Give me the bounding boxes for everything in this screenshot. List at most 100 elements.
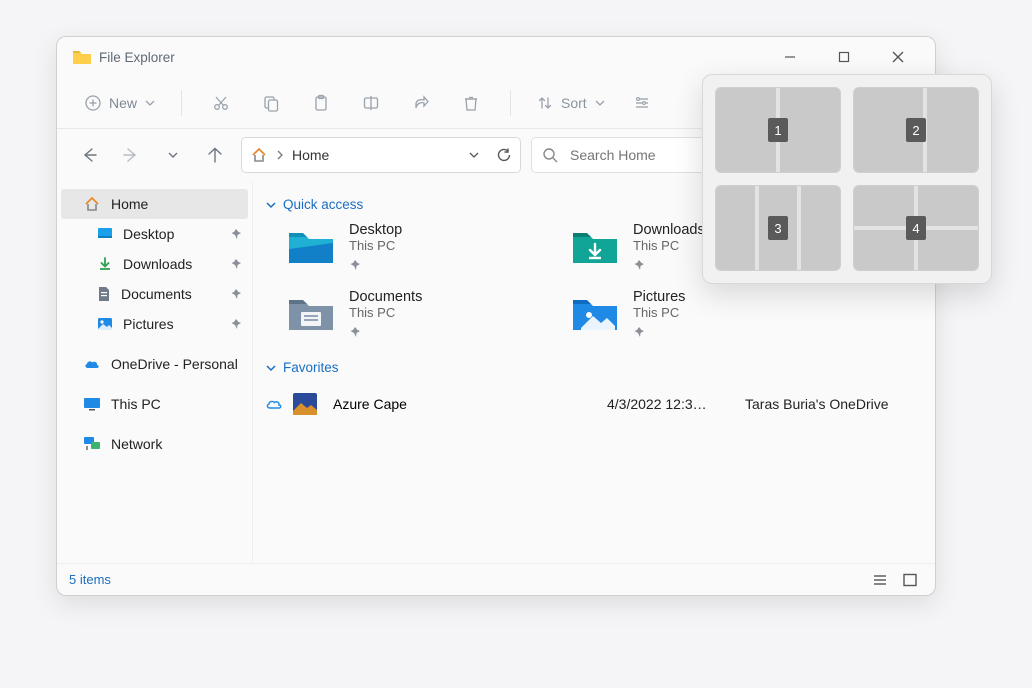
sidebar-item-label: Downloads — [123, 256, 192, 272]
home-icon — [83, 195, 101, 213]
address-dropdown-button[interactable] — [468, 149, 480, 161]
copy-button[interactable] — [248, 85, 294, 121]
sidebar-item-pictures[interactable]: Pictures — [57, 309, 252, 339]
back-button[interactable] — [73, 137, 105, 173]
maximize-button[interactable] — [817, 37, 871, 77]
close-button[interactable] — [871, 37, 925, 77]
sidebar-item-home[interactable]: Home — [61, 189, 248, 219]
sidebar-item-onedrive[interactable]: OneDrive - Personal — [57, 349, 252, 379]
qa-sub: This PC — [633, 305, 685, 320]
cut-button[interactable] — [198, 85, 244, 121]
titlebar: File Explorer — [57, 37, 935, 77]
chevron-right-icon — [276, 149, 284, 161]
forward-button[interactable] — [115, 137, 147, 173]
favorite-item[interactable]: Azure Cape 4/3/2022 12:3… Taras Buria's … — [261, 385, 921, 415]
monitor-icon — [83, 397, 101, 411]
window-title: File Explorer — [99, 50, 175, 65]
snap-label: 1 — [768, 118, 788, 142]
qa-name: Documents — [349, 289, 422, 305]
qa-sub: This PC — [633, 238, 705, 253]
share-button[interactable] — [398, 85, 444, 121]
snap-layout-2[interactable]: 2 — [853, 87, 979, 173]
section-label: Favorites — [283, 360, 339, 375]
trash-icon — [462, 94, 480, 112]
sidebar-item-network[interactable]: Network — [57, 429, 252, 459]
snap-label: 3 — [768, 216, 788, 240]
pin-icon — [230, 288, 242, 300]
cloud-icon — [83, 357, 101, 371]
sidebar-item-label: This PC — [111, 396, 161, 412]
scissors-icon — [212, 94, 230, 112]
pin-icon — [230, 258, 242, 270]
sort-button[interactable]: Sort — [527, 85, 615, 121]
copy-icon — [262, 94, 280, 112]
chevron-down-icon — [595, 98, 605, 108]
refresh-icon — [496, 147, 512, 163]
image-thumbnail-icon — [293, 393, 317, 415]
pin-icon — [349, 259, 402, 271]
plus-circle-icon — [85, 95, 101, 111]
pin-icon — [633, 259, 705, 271]
breadcrumb-location: Home — [292, 147, 460, 163]
documents-folder-icon — [287, 294, 335, 334]
window-controls — [763, 37, 925, 77]
chevron-down-icon — [265, 362, 277, 374]
delete-button[interactable] — [448, 85, 494, 121]
qa-sub: This PC — [349, 238, 402, 253]
snap-layout-4[interactable]: 4 — [853, 185, 979, 271]
file-explorer-icon — [73, 49, 91, 65]
pin-icon — [230, 228, 242, 240]
rename-icon — [362, 94, 380, 112]
refresh-button[interactable] — [496, 147, 512, 163]
share-icon — [412, 94, 430, 112]
up-button[interactable] — [199, 137, 231, 173]
download-icon — [97, 256, 113, 272]
recent-locations-button[interactable] — [157, 137, 189, 173]
rename-button[interactable] — [348, 85, 394, 121]
network-icon — [83, 436, 101, 452]
qa-name: Desktop — [349, 222, 402, 238]
qa-item-documents[interactable]: Documents This PC — [287, 289, 567, 338]
qa-sub: This PC — [349, 305, 422, 320]
snap-layout-1[interactable]: 1 — [715, 87, 841, 173]
sidebar-item-label: Home — [111, 196, 148, 212]
separator — [510, 90, 511, 116]
pictures-folder-icon — [571, 294, 619, 334]
arrow-right-icon — [123, 147, 139, 163]
paste-button[interactable] — [298, 85, 344, 121]
downloads-folder-icon — [571, 227, 619, 267]
new-label: New — [109, 95, 137, 111]
qa-item-pictures[interactable]: Pictures This PC — [571, 289, 851, 338]
list-icon — [872, 573, 888, 587]
view-options-icon — [633, 94, 651, 112]
thumbnails-view-button[interactable] — [897, 568, 923, 592]
arrow-left-icon — [81, 147, 97, 163]
view-button[interactable] — [619, 85, 665, 121]
pin-icon — [230, 318, 242, 330]
section-favorites[interactable]: Favorites — [265, 360, 921, 375]
sidebar-item-documents[interactable]: Documents — [57, 279, 252, 309]
desktop-icon — [97, 227, 113, 241]
sidebar-item-label: Pictures — [123, 316, 174, 332]
qa-name: Downloads — [633, 222, 705, 238]
sidebar-item-downloads[interactable]: Downloads — [57, 249, 252, 279]
qa-name: Pictures — [633, 289, 685, 305]
pin-icon — [633, 326, 685, 338]
details-view-button[interactable] — [867, 568, 893, 592]
arrow-up-icon — [207, 147, 223, 163]
sidebar-item-thispc[interactable]: This PC — [57, 389, 252, 419]
sidebar-item-label: Network — [111, 436, 162, 452]
favorite-location: Taras Buria's OneDrive — [745, 396, 915, 412]
clipboard-icon — [312, 94, 330, 112]
minimize-button[interactable] — [763, 37, 817, 77]
snap-layout-3[interactable]: 3 — [715, 185, 841, 271]
status-bar: 5 items — [57, 563, 935, 595]
qa-item-desktop[interactable]: Desktop This PC — [287, 222, 567, 271]
new-button[interactable]: New — [75, 85, 165, 121]
section-label: Quick access — [283, 197, 363, 212]
chevron-down-icon — [265, 199, 277, 211]
sidebar-item-desktop[interactable]: Desktop — [57, 219, 252, 249]
address-bar[interactable]: Home — [241, 137, 521, 173]
sort-label: Sort — [561, 95, 587, 111]
sidebar-item-label: OneDrive - Personal — [111, 356, 238, 372]
